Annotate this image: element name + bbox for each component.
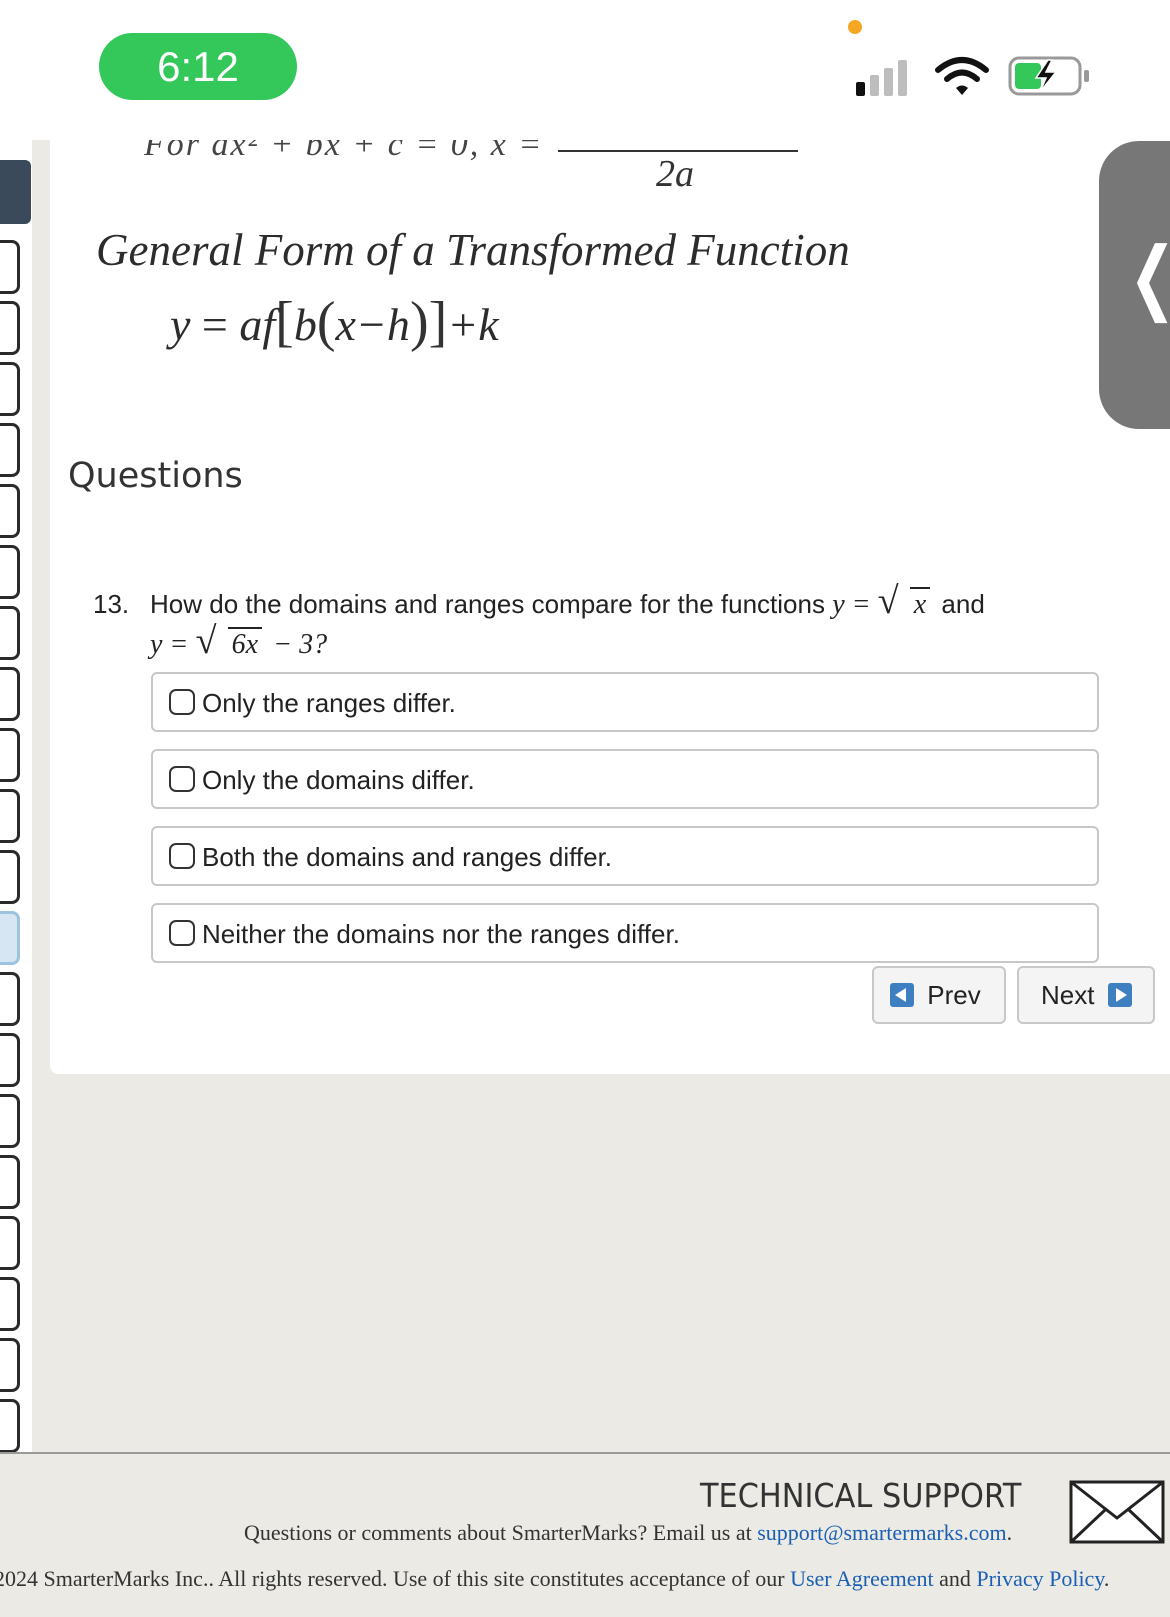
quadratic-formula-fragment: For ax² + bx + c = 0, x = 2a	[98, 140, 798, 220]
copyright-and: and	[939, 1566, 971, 1591]
question-and: and	[941, 589, 985, 619]
copyright-text: 2024 SmarterMarks Inc.. All rights reser…	[0, 1566, 1109, 1592]
next-button[interactable]: Next	[1017, 966, 1155, 1024]
support-email-link[interactable]: support@smartermarks.com	[757, 1520, 1006, 1545]
next-label: Next	[1041, 980, 1095, 1010]
sidebar-question-marker[interactable]	[0, 1338, 20, 1392]
answer-choice-4[interactable]: Neither the domains nor the ranges diffe…	[151, 903, 1099, 963]
choice-label: Both the domains and ranges differ.	[202, 842, 613, 872]
chevron-left-icon: ❮	[1129, 237, 1170, 317]
support-text: Questions or comments about SmarterMarks…	[244, 1520, 1012, 1546]
wifi-icon	[935, 57, 989, 95]
sidebar-question-marker[interactable]	[0, 240, 20, 294]
status-time: 6:12	[99, 33, 297, 100]
formula-plus-k: +k	[447, 299, 499, 350]
answer-choice-3[interactable]: Both the domains and ranges differ.	[151, 826, 1099, 886]
function-2-sqrt: √ 6x	[196, 621, 262, 665]
user-agreement-link[interactable]: User Agreement	[790, 1566, 934, 1591]
formula-af: af	[239, 299, 276, 350]
sidebar-question-marker[interactable]	[0, 1155, 20, 1209]
privacy-policy-link[interactable]: Privacy Policy	[976, 1566, 1104, 1591]
questions-heading: Questions	[68, 456, 243, 496]
cellular-signal-icon	[856, 60, 907, 96]
function-2-lhs: y =	[150, 629, 189, 660]
status-bar: 6:12	[0, 0, 1170, 140]
collapse-panel-tab[interactable]: ❮	[1099, 141, 1170, 429]
general-form-formula: y = af[b(x−h)]+k	[170, 291, 499, 353]
formula-b: b	[293, 299, 317, 350]
choice-checkbox[interactable]	[169, 689, 195, 715]
technical-support-heading: TECHNICAL SUPPORT	[700, 1476, 1022, 1515]
function-1-lhs: y =	[832, 589, 871, 620]
choice-label: Neither the domains nor the ranges diffe…	[202, 919, 680, 949]
sidebar-question-marker[interactable]	[0, 972, 20, 1026]
question-number: 13.	[93, 589, 130, 619]
formula-y: y	[170, 299, 191, 350]
support-text-end: .	[1006, 1520, 1013, 1545]
question-text-line-2: y = √ 6x − 3?	[150, 621, 328, 665]
choice-checkbox[interactable]	[169, 843, 195, 869]
prev-button[interactable]: Prev	[872, 966, 1006, 1024]
function-1-radicand: x	[909, 587, 931, 620]
formula-x-minus-h: x−h	[335, 299, 410, 350]
sidebar-question-marker[interactable]	[0, 423, 20, 477]
function-1-sqrt: √ x	[878, 581, 931, 625]
sidebar-question-marker[interactable]	[0, 1216, 20, 1270]
formula-denominator: 2a	[656, 153, 694, 195]
sidebar-question-marker[interactable]	[0, 301, 20, 355]
question-text: How do the domains and ranges compare fo…	[150, 589, 825, 619]
choice-checkbox[interactable]	[169, 766, 195, 792]
sidebar-question-marker[interactable]	[0, 728, 20, 782]
arrow-right-icon	[1107, 983, 1132, 1008]
sidebar-header-block	[0, 160, 31, 224]
copyright-label: 2024 SmarterMarks Inc.. All rights reser…	[0, 1566, 785, 1591]
battery-charging-icon	[1008, 56, 1089, 96]
sidebar-question-marker[interactable]	[0, 606, 20, 660]
copyright-end: .	[1103, 1566, 1110, 1591]
question-text-line-1: How do the domains and ranges compare fo…	[150, 581, 985, 625]
mic-indicator-dot	[848, 20, 862, 34]
sidebar-question-marker[interactable]	[0, 1033, 20, 1087]
support-text-label: Questions or comments about SmarterMarks…	[244, 1520, 752, 1545]
sidebar-question-marker[interactable]	[0, 911, 20, 965]
choice-label: Only the domains differ.	[202, 765, 475, 795]
general-form-heading: General Form of a Transformed Function	[96, 225, 850, 275]
sidebar-question-marker[interactable]	[0, 362, 20, 416]
formula-equals: =	[201, 299, 228, 350]
sidebar-question-marker[interactable]	[0, 1094, 20, 1148]
choice-label: Only the ranges differ.	[202, 688, 456, 718]
choice-checkbox[interactable]	[169, 920, 195, 946]
answer-choice-1[interactable]: Only the ranges differ.	[151, 672, 1099, 732]
arrow-left-icon	[890, 983, 914, 1008]
sidebar-question-marker[interactable]	[0, 1277, 20, 1331]
prev-label: Prev	[927, 980, 981, 1010]
footer-divider	[0, 1452, 1170, 1454]
sidebar-question-marker[interactable]	[0, 1399, 20, 1453]
function-2-tail: − 3?	[273, 629, 328, 660]
sidebar-question-marker[interactable]	[0, 850, 20, 904]
question-panel: For ax² + bx + c = 0, x = 2a General For…	[50, 140, 1170, 1074]
sidebar-question-marker[interactable]	[0, 484, 20, 538]
sidebar-question-marker[interactable]	[0, 667, 20, 721]
sidebar-question-marker[interactable]	[0, 545, 20, 599]
mail-icon[interactable]	[1069, 1480, 1165, 1544]
sidebar-question-marker[interactable]	[0, 789, 20, 843]
answer-choice-2[interactable]: Only the domains differ.	[151, 749, 1099, 809]
function-2-radicand: 6x	[227, 627, 262, 660]
